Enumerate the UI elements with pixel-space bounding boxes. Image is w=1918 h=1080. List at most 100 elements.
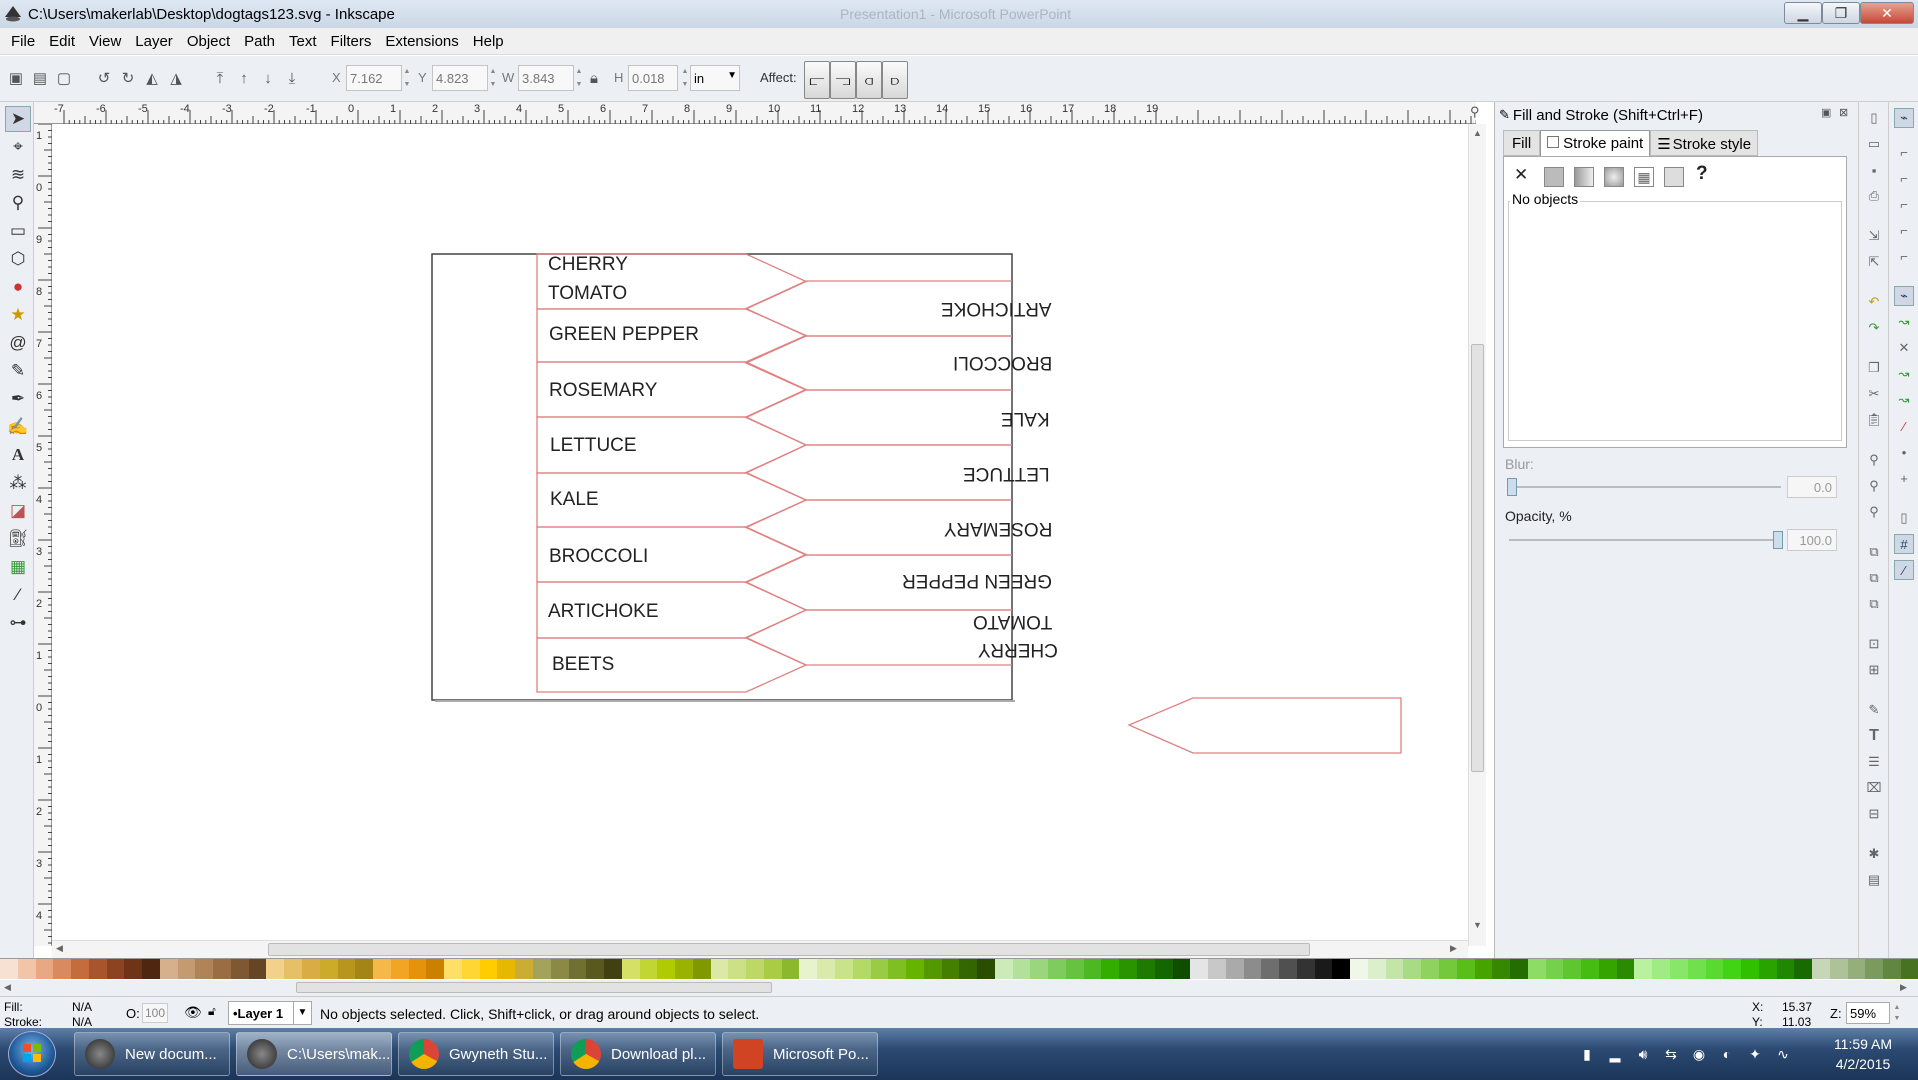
duplicate-icon[interactable]: ⧉ [1864,542,1884,562]
scroll-down-icon[interactable]: ▼ [1473,920,1482,930]
eraser-tool-icon[interactable]: ◪ [5,498,31,524]
palette-swatch[interactable] [142,959,160,979]
blur-slider-handle[interactable] [1507,478,1517,496]
pattern-button[interactable] [1664,167,1684,187]
palette-swatch[interactable] [1758,959,1777,979]
palette-swatch[interactable] [1279,959,1297,979]
align-distribute-icon[interactable]: ⊟ [1864,804,1884,824]
palette-swatch[interactable] [1776,959,1795,979]
palette-swatch[interactable] [230,959,249,979]
palette-swatch[interactable] [1208,959,1226,979]
palette-swatch[interactable] [195,959,214,979]
snap-grid-icon[interactable]: # [1894,534,1914,554]
spiral-tool-icon[interactable]: @ [5,330,31,356]
dialog-close-icon[interactable]: ⊠ [1839,106,1848,119]
deselect-icon[interactable]: ▢ [54,68,74,88]
tag-label-cherry-flipped[interactable]: CHERRY [978,638,1058,660]
palette-swatch[interactable] [1367,959,1386,979]
palette-swatch[interactable] [1225,959,1244,979]
tag-label-rosemary[interactable]: ROSEMARY [549,380,657,402]
tag-label-green-pepper[interactable]: GREEN PEPPER [549,324,699,346]
palette-swatch[interactable] [781,959,800,979]
signal-icon[interactable]: ▂ [1606,1045,1624,1063]
tag-label-green-pepper-flipped[interactable]: GREEN PEPPER [902,569,1052,591]
zoom-field[interactable]: 59% [1846,1002,1890,1024]
palette-swatch[interactable] [621,959,640,979]
group-icon[interactable]: ⊡ [1864,634,1884,654]
layers-icon[interactable]: ☰ [1864,752,1884,772]
palette-swatch[interactable] [53,959,72,979]
ungroup-icon[interactable]: ⊞ [1864,660,1884,680]
palette-swatch[interactable] [692,959,711,979]
palette-swatch[interactable] [994,959,1013,979]
palette-swatch[interactable] [390,959,409,979]
snap-bbox-icon[interactable]: ⌐ [1894,142,1914,162]
palette-swatch[interactable] [461,959,480,979]
palette-swatch[interactable] [1900,959,1918,979]
palette-swatch[interactable] [1492,959,1511,979]
palette-swatch[interactable] [1581,959,1599,979]
palette-swatch[interactable] [1634,959,1653,979]
palette-swatch[interactable] [1598,959,1617,979]
zoom-corner-icon[interactable]: ⚲ [1470,104,1480,120]
palette-swatch[interactable] [1456,959,1475,979]
palette-swatch[interactable] [888,959,907,979]
zoom-selection-icon[interactable]: ⚲ [1864,450,1884,470]
clock-time[interactable]: 11:59 AM [1818,1036,1908,1052]
vertical-scrollbar[interactable]: ▲ ▼ [1468,124,1486,946]
tray-app-icon[interactable]: ◐ [1718,1045,1736,1063]
palette-swatch[interactable] [1439,959,1457,979]
menu-text[interactable]: Text [282,33,324,50]
zoom-spinner-icon[interactable]: ▲ ▼ [1892,1002,1902,1024]
3d-box-tool-icon[interactable]: ⬡ [5,246,31,272]
scroll-left-icon[interactable]: ◀ [56,943,63,954]
snap-bbox-center-icon[interactable]: ⌐ [1894,246,1914,266]
palette-swatch[interactable] [639,959,658,979]
import-icon[interactable]: ⇲ [1864,226,1884,246]
scroll-right-icon[interactable]: ▶ [1450,943,1457,954]
snap-cusp-nodes-icon[interactable]: ↝ [1894,364,1914,384]
y-field[interactable]: 4.823 [432,65,488,91]
snap-line-midpoints-icon[interactable]: ⁄ [1894,416,1914,436]
palette-swatch[interactable] [746,959,764,979]
palette-swatch[interactable] [1812,959,1830,979]
redo-icon[interactable]: ↷ [1864,318,1884,338]
star-tool-icon[interactable]: ★ [5,302,31,328]
horizontal-scrollbar[interactable]: ◀ ▶ [52,940,1468,958]
drawing-canvas[interactable]: CHERRY TOMATO GREEN PEPPER ROSEMARY LETT… [52,124,1468,946]
palette-scroll-thumb[interactable] [296,982,772,993]
palette-swatch[interactable] [977,959,995,979]
palette-swatch[interactable] [532,959,551,979]
ellipse-tool-icon[interactable]: ● [5,274,31,300]
palette-swatch[interactable] [373,959,391,979]
tag-label-beets[interactable]: BEETS [552,654,614,676]
palette-swatch[interactable] [728,959,747,979]
palette-swatch[interactable] [1616,959,1635,979]
eye-visibility-icon[interactable]: 👁︎ [184,1004,202,1021]
snap-paths-icon[interactable]: ↝ [1894,312,1914,332]
palette-swatch[interactable] [1243,959,1262,979]
palette-swatch[interactable] [1172,959,1191,979]
palette-swatch[interactable] [1723,959,1742,979]
snap-toggle-icon[interactable]: ⌁ [1894,108,1914,128]
palette-swatch[interactable] [1065,959,1084,979]
menu-extensions[interactable]: Extensions [378,33,465,50]
palette-swatch[interactable] [1883,959,1901,979]
snap-smooth-nodes-icon[interactable]: ↝ [1894,390,1914,410]
horizontal-scroll-thumb[interactable] [268,943,1310,956]
snap-bbox-corner-icon[interactable]: ⌐ [1894,194,1914,214]
palette-swatch[interactable] [1545,959,1564,979]
tray-app-icon[interactable]: ✦ [1746,1045,1764,1063]
palette-swatch[interactable] [1190,959,1209,979]
opacity-short-field[interactable]: 100 [142,1003,168,1023]
palette-swatch[interactable] [159,959,178,979]
menu-object[interactable]: Object [180,33,237,50]
x-spinner-icon[interactable]: ▲ ▼ [402,65,412,91]
unset-paint-button[interactable]: ? [1696,163,1708,185]
palette-swatch[interactable] [1563,959,1582,979]
xml-editor-icon[interactable]: ⌧ [1864,778,1884,798]
tweak-tool-icon[interactable]: ≋ [5,162,31,188]
palette-swatch[interactable] [1403,959,1422,979]
network-icon[interactable]: ⇆ [1662,1045,1680,1063]
w-field[interactable]: 3.843 [518,65,574,91]
